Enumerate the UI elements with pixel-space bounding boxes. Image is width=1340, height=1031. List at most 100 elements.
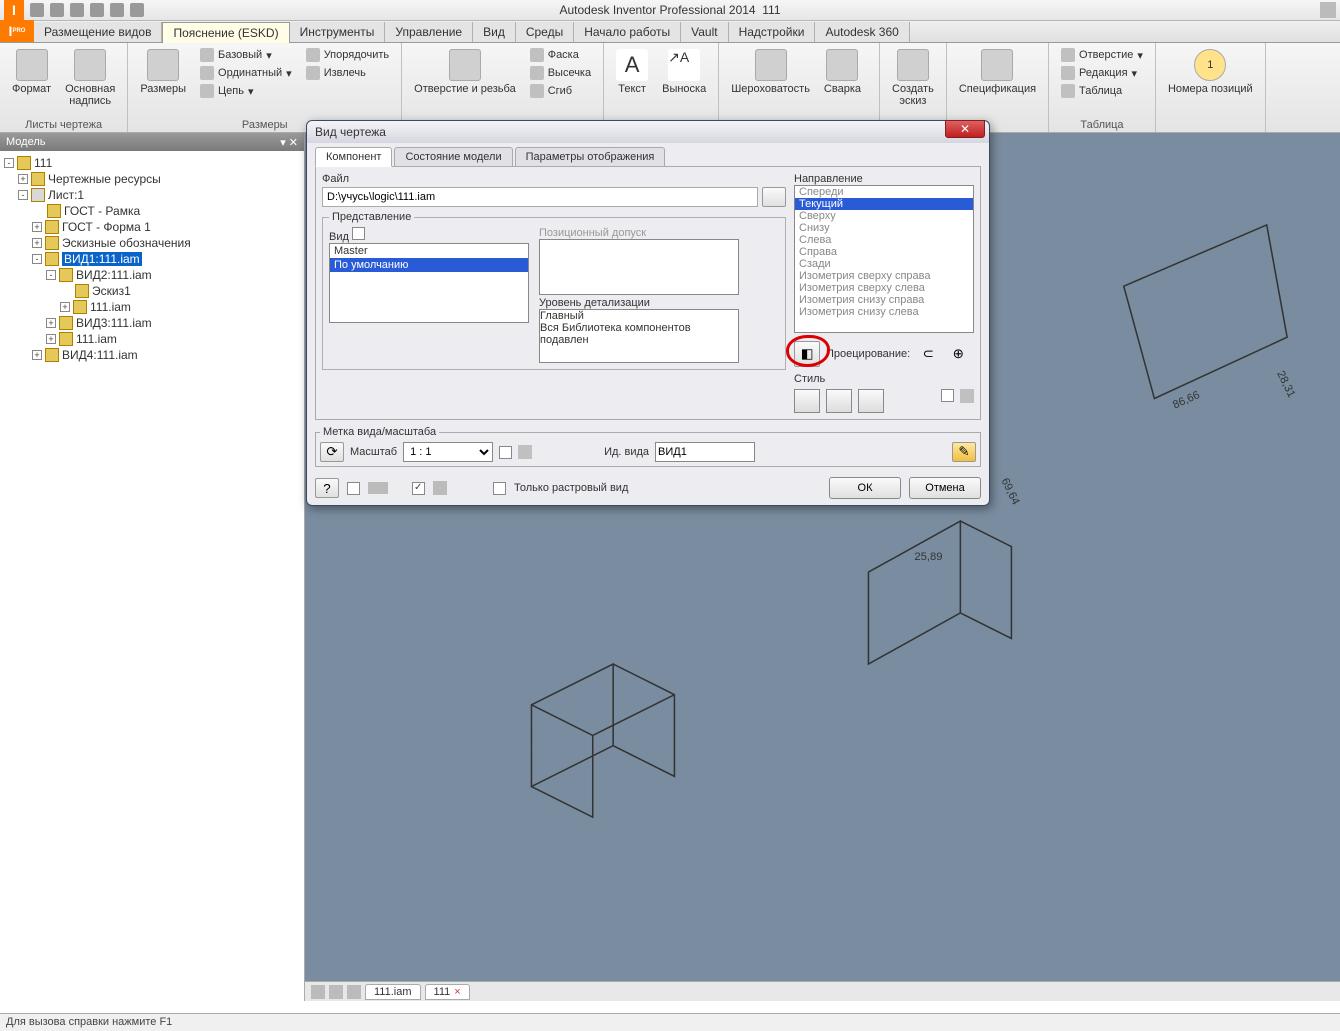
positional-list[interactable] [539, 239, 739, 295]
weld-button[interactable]: Сварка [820, 47, 865, 117]
projection-thirdangle-button[interactable]: ⊕ [946, 344, 970, 364]
direction-list[interactable]: СпередиТекущийСверхуСнизуСлеваСправаСзад… [794, 185, 974, 333]
tab-display-options[interactable]: Параметры отображения [515, 147, 666, 166]
app-button[interactable]: IPRO [0, 20, 34, 42]
viewid-input[interactable] [655, 442, 755, 462]
tree-node[interactable]: +Чертежные ресурсы [4, 171, 300, 187]
chain-dim-button[interactable]: Цепь ▾ [196, 83, 296, 99]
tab-manage[interactable]: Управление [385, 22, 473, 42]
expand-icon[interactable]: + [32, 350, 42, 360]
scale-combo[interactable]: 1 : 1 [403, 442, 493, 462]
tree-node[interactable]: -111 [4, 155, 300, 171]
style-nohidden-button[interactable] [826, 389, 852, 413]
tab-eskd[interactable]: Пояснение (ESKD) [162, 22, 289, 43]
close-icon[interactable]: × [454, 986, 460, 998]
text-button[interactable]: AТекст [612, 47, 652, 117]
ordinate-dim-button[interactable]: Ординатный ▾ [196, 65, 296, 81]
opt2-chk[interactable] [412, 482, 425, 495]
hole-table-button[interactable]: Отверстие ▾ [1057, 47, 1147, 63]
sheet-nav-icon[interactable] [311, 985, 325, 999]
dimension-button[interactable]: Размеры [136, 47, 190, 117]
expand-icon[interactable]: + [46, 334, 56, 344]
direction-item[interactable]: Изометрия снизу справа [795, 294, 973, 306]
tree-node[interactable]: +ВИД4:111.iam [4, 347, 300, 363]
expand-icon[interactable]: + [46, 318, 56, 328]
qat-undo-icon[interactable] [90, 3, 104, 17]
punch-button[interactable]: Высечка [526, 65, 595, 81]
tab-place-views[interactable]: Размещение видов [34, 22, 162, 42]
baseline-dim-button[interactable]: Базовый ▾ [196, 47, 296, 63]
browse-button[interactable] [762, 187, 786, 207]
direction-item[interactable]: Справа [795, 246, 973, 258]
direction-item[interactable]: Текущий [795, 198, 973, 210]
direction-item[interactable]: Изометрия снизу слева [795, 306, 973, 318]
qat-redo-icon[interactable] [110, 3, 124, 17]
scale-chk[interactable] [499, 446, 512, 459]
expand-icon[interactable]: - [32, 254, 42, 264]
dialog-title[interactable]: Вид чертежа [307, 121, 989, 143]
expand-icon[interactable]: + [32, 222, 42, 232]
direction-item[interactable]: Слева [795, 234, 973, 246]
tree-node[interactable]: +111.iam [4, 299, 300, 315]
tree-node[interactable]: +ВИД3:111.iam [4, 315, 300, 331]
expand-icon[interactable]: + [32, 238, 42, 248]
tab-model-state[interactable]: Состояние модели [394, 147, 512, 166]
expand-icon[interactable]: + [18, 174, 28, 184]
cancel-button[interactable]: Отмена [909, 477, 981, 499]
tab-addins[interactable]: Надстройки [729, 22, 816, 42]
tab-a360[interactable]: Autodesk 360 [815, 22, 909, 42]
tree-node[interactable]: -ВИД1:111.iam [4, 251, 300, 267]
window-close-icon[interactable] [1320, 2, 1336, 18]
style-shaded-button[interactable] [858, 389, 884, 413]
expand-icon[interactable]: - [46, 270, 56, 280]
tab-view[interactable]: Вид [473, 22, 516, 42]
direction-item[interactable]: Сверху [795, 210, 973, 222]
retrieve-button[interactable]: Извлечь [302, 65, 393, 81]
parts-list-button[interactable]: Спецификация [955, 47, 1040, 117]
panel-close-icon[interactable]: ▾ ✕ [280, 136, 298, 149]
tab-environments[interactable]: Среды [516, 22, 574, 42]
style-inherit-chk[interactable] [941, 389, 954, 402]
dialog-close-button[interactable]: ✕ [945, 120, 985, 138]
surface-button[interactable]: Шероховатость [727, 47, 814, 117]
sheet-tab[interactable]: 111.iam [365, 984, 421, 1000]
tree-node[interactable]: +Эскизные обозначения [4, 235, 300, 251]
direction-item[interactable]: Сзади [795, 258, 973, 270]
scale-toggle-button[interactable]: ⟳ [320, 442, 344, 462]
direction-item[interactable]: Спереди [795, 186, 973, 198]
help-button[interactable]: ? [315, 478, 339, 498]
opt1-chk[interactable] [347, 482, 360, 495]
sheet-tab[interactable]: 111× [425, 984, 470, 1000]
tree-node[interactable]: ГОСТ - Рамка [4, 203, 300, 219]
table-button[interactable]: Таблица [1057, 83, 1147, 99]
ok-button[interactable]: ОК [829, 477, 901, 499]
tree-node[interactable]: +ГОСТ - Форма 1 [4, 219, 300, 235]
lod-list[interactable]: Главный Вся Библиотека компонентов подав… [539, 309, 739, 363]
edit-label-button[interactable]: ✎ [952, 442, 976, 462]
tree-node[interactable]: +111.iam [4, 331, 300, 347]
tree-node[interactable]: -Лист:1 [4, 187, 300, 203]
bend-button[interactable]: Сгиб [526, 83, 595, 99]
tab-component[interactable]: Компонент [315, 147, 392, 167]
qat-open-icon[interactable] [50, 3, 64, 17]
style-hidden-button[interactable] [794, 389, 820, 413]
qat-save-icon[interactable] [70, 3, 84, 17]
file-path-input[interactable] [322, 187, 758, 207]
direction-item[interactable]: Изометрия сверху справа [795, 270, 973, 282]
qat-print-icon[interactable] [130, 3, 144, 17]
create-sketch-button[interactable]: Создать эскиз [888, 47, 938, 117]
tree-node[interactable]: -ВИД2:111.iam [4, 267, 300, 283]
tab-tools[interactable]: Инструменты [290, 22, 386, 42]
expand-icon[interactable]: - [4, 158, 14, 168]
projection-firstangle-button[interactable]: ⊂ [916, 344, 940, 364]
sheet-nav-icon[interactable] [347, 985, 361, 999]
sheet-nav-icon[interactable] [329, 985, 343, 999]
title-block-button[interactable]: Основная надпись [61, 47, 119, 117]
app-icon[interactable]: I [4, 0, 24, 20]
chamfer-button[interactable]: Фаска [526, 47, 595, 63]
raster-chk[interactable] [493, 482, 506, 495]
format-button[interactable]: Формат [8, 47, 55, 117]
balloon-button[interactable]: 1Номера позиций [1164, 47, 1257, 117]
tab-getstarted[interactable]: Начало работы [574, 22, 681, 42]
leader-text-button[interactable]: ↗AВыноска [658, 47, 710, 117]
